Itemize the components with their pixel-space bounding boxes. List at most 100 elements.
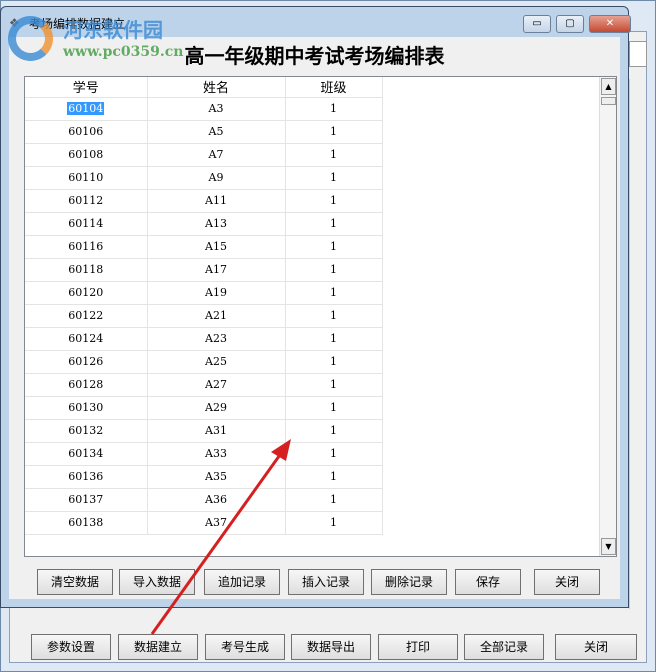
cell-class[interactable]: 1: [285, 120, 383, 144]
cell-id[interactable]: 60132: [25, 419, 148, 443]
table-row[interactable]: 60110 A9 1: [25, 166, 383, 190]
cell-class[interactable]: 1: [285, 166, 383, 190]
dialog-button-4[interactable]: 插入记录: [288, 569, 364, 595]
cell-id[interactable]: 60110: [25, 166, 148, 190]
cell-id[interactable]: 60112: [25, 189, 148, 213]
main-scrollbar[interactable]: [629, 79, 646, 609]
main-button-1[interactable]: 参数设置: [31, 634, 111, 660]
table-row[interactable]: 60124 A23 1: [25, 327, 383, 351]
cell-name[interactable]: A29: [147, 396, 286, 420]
column-header-class[interactable]: 班级: [285, 77, 383, 98]
cell-id[interactable]: 60118: [25, 258, 148, 282]
table-row[interactable]: 60137 A36 1: [25, 488, 383, 512]
cell-name[interactable]: A7: [147, 143, 286, 167]
cell-name[interactable]: A35: [147, 465, 286, 489]
cell-class[interactable]: 1: [285, 258, 383, 282]
cell-class[interactable]: 1: [285, 373, 383, 397]
cell-class[interactable]: 1: [285, 419, 383, 443]
table-row[interactable]: 60116 A15 1: [25, 235, 383, 259]
cell-id[interactable]: 60128: [25, 373, 148, 397]
cell-name[interactable]: A15: [147, 235, 286, 259]
cell-name[interactable]: A25: [147, 350, 286, 374]
dialog-button-6[interactable]: 保存: [455, 569, 521, 595]
cell-name[interactable]: A37: [147, 511, 286, 535]
cell-class[interactable]: 1: [285, 97, 383, 121]
dialog-button-7[interactable]: 关闭: [534, 569, 600, 595]
cell-id[interactable]: 60130: [25, 396, 148, 420]
cell-id[interactable]: 60120: [25, 281, 148, 305]
main-button-6[interactable]: 全部记录: [464, 634, 544, 660]
cell-id[interactable]: 60104: [25, 97, 148, 121]
scroll-up-icon[interactable]: ▲: [601, 78, 616, 95]
table-row[interactable]: 60108 A7 1: [25, 143, 383, 167]
dialog-button-1[interactable]: 清空数据: [37, 569, 113, 595]
cell-id[interactable]: 60106: [25, 120, 148, 144]
cell-class[interactable]: 1: [285, 143, 383, 167]
grid-scrollbar[interactable]: ▲ ▼: [599, 77, 616, 556]
cell-name[interactable]: A27: [147, 373, 286, 397]
cell-name[interactable]: A23: [147, 327, 286, 351]
maximize-button[interactable]: ▢: [556, 15, 584, 33]
dialog-button-3[interactable]: 追加记录: [204, 569, 280, 595]
table-row[interactable]: 60106 A5 1: [25, 120, 383, 144]
table-row[interactable]: 60132 A31 1: [25, 419, 383, 443]
cell-id[interactable]: 60138: [25, 511, 148, 535]
cell-class[interactable]: 1: [285, 327, 383, 351]
cell-name[interactable]: A33: [147, 442, 286, 466]
cell-id[interactable]: 60108: [25, 143, 148, 167]
minimize-button[interactable]: ▭: [523, 15, 551, 33]
dialog-button-2[interactable]: 导入数据: [119, 569, 195, 595]
cell-id[interactable]: 60122: [25, 304, 148, 328]
table-row[interactable]: 60114 A13 1: [25, 212, 383, 236]
table-row[interactable]: 60130 A29 1: [25, 396, 383, 420]
table-row[interactable]: 60122 A21 1: [25, 304, 383, 328]
table-row[interactable]: 60138 A37 1: [25, 511, 383, 535]
cell-class[interactable]: 1: [285, 189, 383, 213]
cell-class[interactable]: 1: [285, 235, 383, 259]
cell-class[interactable]: 1: [285, 511, 383, 535]
table-row[interactable]: 60120 A19 1: [25, 281, 383, 305]
cell-class[interactable]: 1: [285, 304, 383, 328]
cell-class[interactable]: 1: [285, 465, 383, 489]
cell-class[interactable]: 1: [285, 396, 383, 420]
table-row[interactable]: 60126 A25 1: [25, 350, 383, 374]
main-button-3[interactable]: 考号生成: [205, 634, 285, 660]
table-row[interactable]: 60118 A17 1: [25, 258, 383, 282]
table-row[interactable]: 60112 A11 1: [25, 189, 383, 213]
cell-class[interactable]: 1: [285, 350, 383, 374]
table-row[interactable]: 60134 A33 1: [25, 442, 383, 466]
cell-id[interactable]: 60116: [25, 235, 148, 259]
main-button-5[interactable]: 打印: [378, 634, 458, 660]
cell-id[interactable]: 60124: [25, 327, 148, 351]
cell-name[interactable]: A11: [147, 189, 286, 213]
main-button-4[interactable]: 数据导出: [291, 634, 371, 660]
cell-id[interactable]: 60114: [25, 212, 148, 236]
cell-class[interactable]: 1: [285, 442, 383, 466]
table-row[interactable]: 60136 A35 1: [25, 465, 383, 489]
cell-name[interactable]: A9: [147, 166, 286, 190]
data-grid[interactable]: 学号 姓名 班级 60104 A3 1 60106 A5 1 60108 A7 1 60110 A9…: [24, 76, 617, 557]
cell-id[interactable]: 60126: [25, 350, 148, 374]
cell-name[interactable]: A3: [147, 97, 286, 121]
cell-id[interactable]: 60136: [25, 465, 148, 489]
cell-name[interactable]: A31: [147, 419, 286, 443]
cell-class[interactable]: 1: [285, 212, 383, 236]
cell-name[interactable]: A17: [147, 258, 286, 282]
table-row[interactable]: 60128 A27 1: [25, 373, 383, 397]
cell-name[interactable]: A5: [147, 120, 286, 144]
cell-name[interactable]: A13: [147, 212, 286, 236]
cell-id[interactable]: 60137: [25, 488, 148, 512]
dialog-button-5[interactable]: 删除记录: [371, 569, 447, 595]
column-header-id[interactable]: 学号: [25, 77, 148, 98]
close-button[interactable]: ✕: [589, 15, 631, 33]
cell-name[interactable]: A19: [147, 281, 286, 305]
cell-name[interactable]: A36: [147, 488, 286, 512]
cell-class[interactable]: 1: [285, 281, 383, 305]
cell-class[interactable]: 1: [285, 488, 383, 512]
table-row[interactable]: 60104 A3 1: [25, 97, 383, 121]
cell-id[interactable]: 60134: [25, 442, 148, 466]
main-button-2[interactable]: 数据建立: [118, 634, 198, 660]
main-button-7[interactable]: 关闭: [555, 634, 637, 660]
scroll-down-icon[interactable]: ▼: [601, 538, 616, 555]
scroll-thumb[interactable]: [601, 97, 616, 105]
